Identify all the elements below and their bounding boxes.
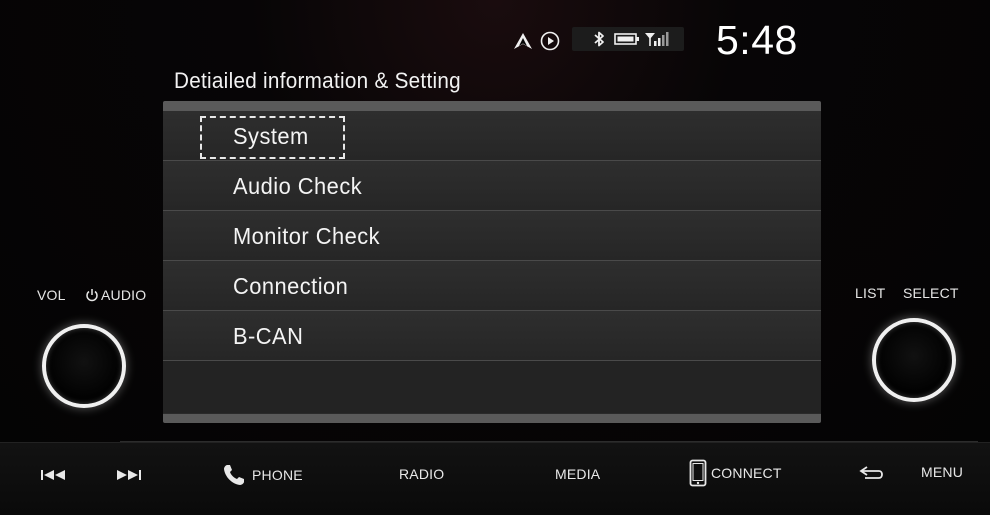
menu-item-label: B-CAN xyxy=(233,323,304,349)
menu-item-label: Audio Check xyxy=(233,173,363,199)
radio-button[interactable]: RADIO xyxy=(399,466,444,482)
phone-icon xyxy=(224,465,244,485)
power-icon xyxy=(85,288,99,302)
back-arrow-icon xyxy=(859,466,883,479)
status-bar: 5:48 xyxy=(0,17,990,63)
menu-item-label: Connection xyxy=(233,273,349,299)
list-label: LIST xyxy=(855,285,886,301)
phone-button[interactable]: PHONE xyxy=(222,463,303,487)
radio-label: RADIO xyxy=(399,466,445,482)
connect-button[interactable]: CONNECT xyxy=(689,459,782,487)
menu-item-audio-check[interactable]: Audio Check xyxy=(163,161,821,211)
bluetooth-icon xyxy=(592,30,606,48)
menu-panel: System Audio Check Monitor Check Connect… xyxy=(163,101,821,423)
menu-button[interactable]: MENU xyxy=(921,464,963,480)
vol-label: VOL xyxy=(37,287,66,303)
play-icon[interactable] xyxy=(539,30,561,52)
menu-item-label: Monitor Check xyxy=(233,223,381,249)
connectivity-indicator xyxy=(572,27,684,51)
menu-item-label: System xyxy=(233,123,309,149)
signal-icon xyxy=(644,31,670,47)
menu-item-b-can[interactable]: B-CAN xyxy=(163,311,821,361)
clock: 5:48 xyxy=(716,17,798,63)
select-knob[interactable] xyxy=(872,318,956,402)
menu-empty-row xyxy=(163,361,821,413)
back-button[interactable] xyxy=(859,465,885,481)
volume-knob[interactable] xyxy=(42,324,126,408)
power-audio-label: AUDIO xyxy=(85,287,146,303)
menu-item-connection[interactable]: Connection xyxy=(163,261,821,311)
menu-item-monitor-check[interactable]: Monitor Check xyxy=(163,211,821,261)
select-label: SELECT xyxy=(903,285,959,301)
media-button[interactable]: MEDIA xyxy=(555,466,600,482)
smartphone-icon xyxy=(689,459,707,487)
battery-icon xyxy=(614,32,640,46)
audio-label: AUDIO xyxy=(101,287,147,303)
seek-forward-icon xyxy=(117,470,141,480)
seek-forward-button[interactable] xyxy=(114,469,142,481)
menu-item-system[interactable]: System xyxy=(163,111,821,161)
menu-list: System Audio Check Monitor Check Connect… xyxy=(163,111,821,413)
seek-back-button[interactable] xyxy=(40,469,68,481)
seek-back-icon xyxy=(41,470,65,480)
connect-label: CONNECT xyxy=(711,465,782,481)
phone-label: PHONE xyxy=(252,467,303,483)
android-auto-icon[interactable] xyxy=(512,30,534,52)
page-title: Detiailed information & Setting xyxy=(174,68,461,93)
media-label: MEDIA xyxy=(555,466,601,482)
bottom-button-bar: PHONE RADIO MEDIA CONNECT MENU xyxy=(0,442,990,515)
menu-label: MENU xyxy=(921,464,964,480)
